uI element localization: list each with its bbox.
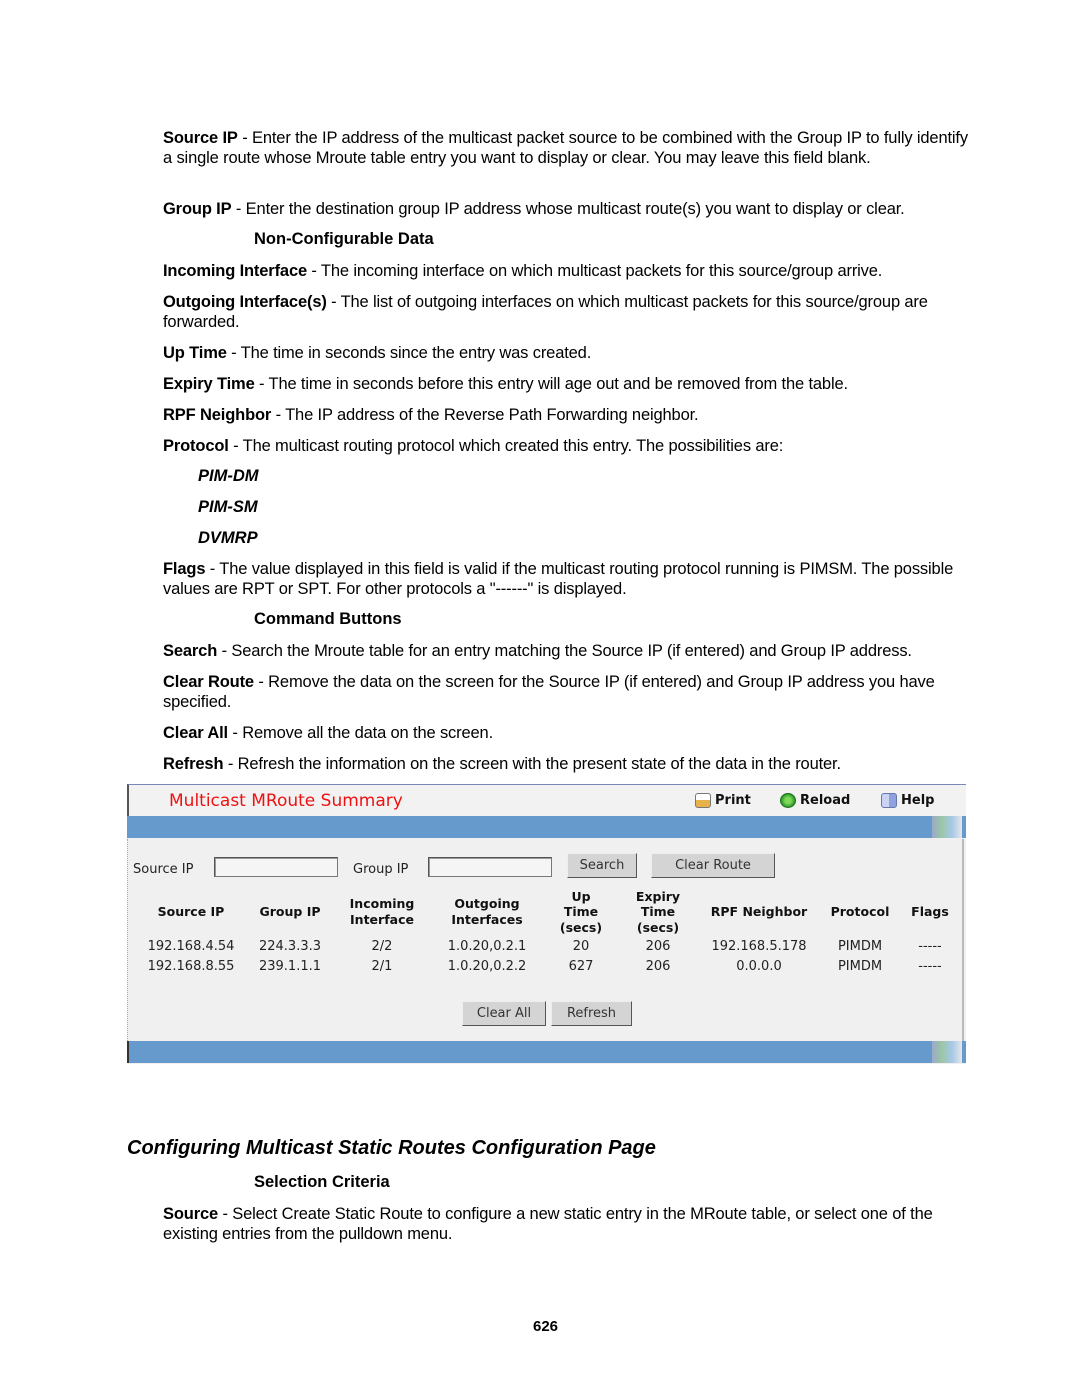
term: Up Time xyxy=(163,344,227,362)
term: RPF Neighbor xyxy=(163,406,272,424)
desc: - The incoming interface on which multic… xyxy=(307,262,883,280)
header-bar xyxy=(127,816,966,838)
desc: - The multicast routing protocol which c… xyxy=(228,437,784,455)
column-header: Expiry Time (secs) xyxy=(635,888,681,935)
source-ip-input[interactable] xyxy=(214,857,338,877)
term: Group IP xyxy=(163,200,232,218)
section-heading: Configuring Multicast Static Routes Conf… xyxy=(127,1137,656,1159)
content-panel: Source IP Group IP Search Clear Route So… xyxy=(127,839,964,1041)
help-book-icon xyxy=(881,793,897,808)
refresh-desc: Refresh - Refresh the information on the… xyxy=(163,754,975,774)
table-cell: 0.0.0.0 xyxy=(736,959,782,974)
protocol-option: PIM-DM xyxy=(198,467,259,485)
desc: - Refresh the information on the screen … xyxy=(223,755,841,773)
clear-route-desc: Clear Route - Remove the data on the scr… xyxy=(163,672,975,712)
reload-button[interactable]: Reload xyxy=(780,793,850,808)
term: Flags xyxy=(163,560,206,578)
desc: - Enter the IP address of the multicast … xyxy=(163,129,968,167)
table-cell: 192.168.5.178 xyxy=(711,939,807,954)
clear-route-button[interactable]: Clear Route xyxy=(651,853,775,878)
source-ip-desc: Source IP - Enter the IP address of the … xyxy=(163,128,975,168)
column-header: Source IP xyxy=(157,904,225,919)
source-ip-label: Source IP xyxy=(133,862,194,877)
clear-all-button[interactable]: Clear All xyxy=(462,1001,546,1026)
term: Protocol xyxy=(163,437,229,455)
table-cell: 2/2 xyxy=(371,939,393,954)
table-cell: 206 xyxy=(645,939,671,954)
desc: - Remove all the data on the screen. xyxy=(227,724,494,742)
desc: - Enter the destination group IP address… xyxy=(231,200,905,218)
term: Expiry Time xyxy=(163,375,255,393)
desc: - The time in seconds since the entry wa… xyxy=(226,344,592,362)
desc: - The IP address of the Reverse Path For… xyxy=(271,406,699,424)
printer-icon xyxy=(695,793,711,808)
desc: - The time in seconds before this entry … xyxy=(254,375,848,393)
search-button[interactable]: Search xyxy=(567,853,637,878)
desc: - Remove the data on the screen for the … xyxy=(163,673,935,711)
protocol-option: PIM-SM xyxy=(198,498,258,516)
term: Search xyxy=(163,642,218,660)
term: Clear Route xyxy=(163,673,254,691)
expiry-time-desc: Expiry Time - The time in seconds before… xyxy=(163,374,975,394)
column-header: Incoming Interface xyxy=(349,896,415,927)
print-button[interactable]: Print xyxy=(695,793,751,808)
table-cell: 192.168.4.54 xyxy=(147,939,235,954)
protocol-option: DVMRP xyxy=(198,529,258,547)
column-header: Flags xyxy=(911,904,949,919)
up-time-desc: Up Time - The time in seconds since the … xyxy=(163,343,975,363)
group-ip-desc: Group IP - Enter the destination group I… xyxy=(163,199,975,219)
help-label: Help xyxy=(901,793,935,808)
title-bar: Multicast MRoute Summary Print Reload He… xyxy=(127,784,966,816)
group-ip-input[interactable] xyxy=(428,857,552,877)
group-ip-label: Group IP xyxy=(353,862,409,877)
clear-all-desc: Clear All - Remove all the data on the s… xyxy=(163,723,975,743)
column-header: RPF Neighbor xyxy=(710,904,808,919)
refresh-button[interactable]: Refresh xyxy=(551,1001,632,1026)
term: Clear All xyxy=(163,724,228,742)
desc: - Search the Mroute table for an entry m… xyxy=(217,642,912,660)
table-cell: 2/1 xyxy=(371,959,393,974)
desc: - The value displayed in this field is v… xyxy=(163,560,954,598)
term: Source IP xyxy=(163,129,238,147)
term: Refresh xyxy=(163,755,224,773)
mroute-summary-screenshot: Multicast MRoute Summary Print Reload He… xyxy=(127,784,966,1064)
table-cell: ----- xyxy=(918,959,942,974)
protocol-desc: Protocol - The multicast routing protoco… xyxy=(163,436,975,456)
table-cell: 206 xyxy=(645,959,671,974)
outgoing-interfaces-desc: Outgoing Interface(s) - The list of outg… xyxy=(163,292,975,332)
search-desc: Search - Search the Mroute table for an … xyxy=(163,641,975,661)
reload-icon xyxy=(780,793,796,808)
flags-desc: Flags - The value displayed in this fiel… xyxy=(163,559,975,599)
rpf-neighbor-desc: RPF Neighbor - The IP address of the Rev… xyxy=(163,405,975,425)
term: Outgoing Interface(s) xyxy=(163,293,327,311)
page-number: 626 xyxy=(533,1318,559,1335)
term: Source xyxy=(163,1205,219,1223)
print-label: Print xyxy=(715,793,751,808)
reload-label: Reload xyxy=(800,793,851,808)
term: Incoming Interface xyxy=(163,262,307,280)
table-cell: 192.168.8.55 xyxy=(147,959,235,974)
non-configurable-heading: Non-Configurable Data xyxy=(254,230,434,248)
source-desc: Source - Select Create Static Route to c… xyxy=(163,1204,975,1244)
footer-bar xyxy=(127,1041,966,1063)
incoming-interface-desc: Incoming Interface - The incoming interf… xyxy=(163,261,975,281)
help-button[interactable]: Help xyxy=(881,793,934,808)
table-cell: ----- xyxy=(918,939,942,954)
desc: - Select Create Static Route to configur… xyxy=(163,1205,933,1243)
command-buttons-heading: Command Buttons xyxy=(254,610,402,628)
selection-criteria-heading: Selection Criteria xyxy=(254,1173,390,1191)
page-title: Multicast MRoute Summary xyxy=(169,791,403,811)
